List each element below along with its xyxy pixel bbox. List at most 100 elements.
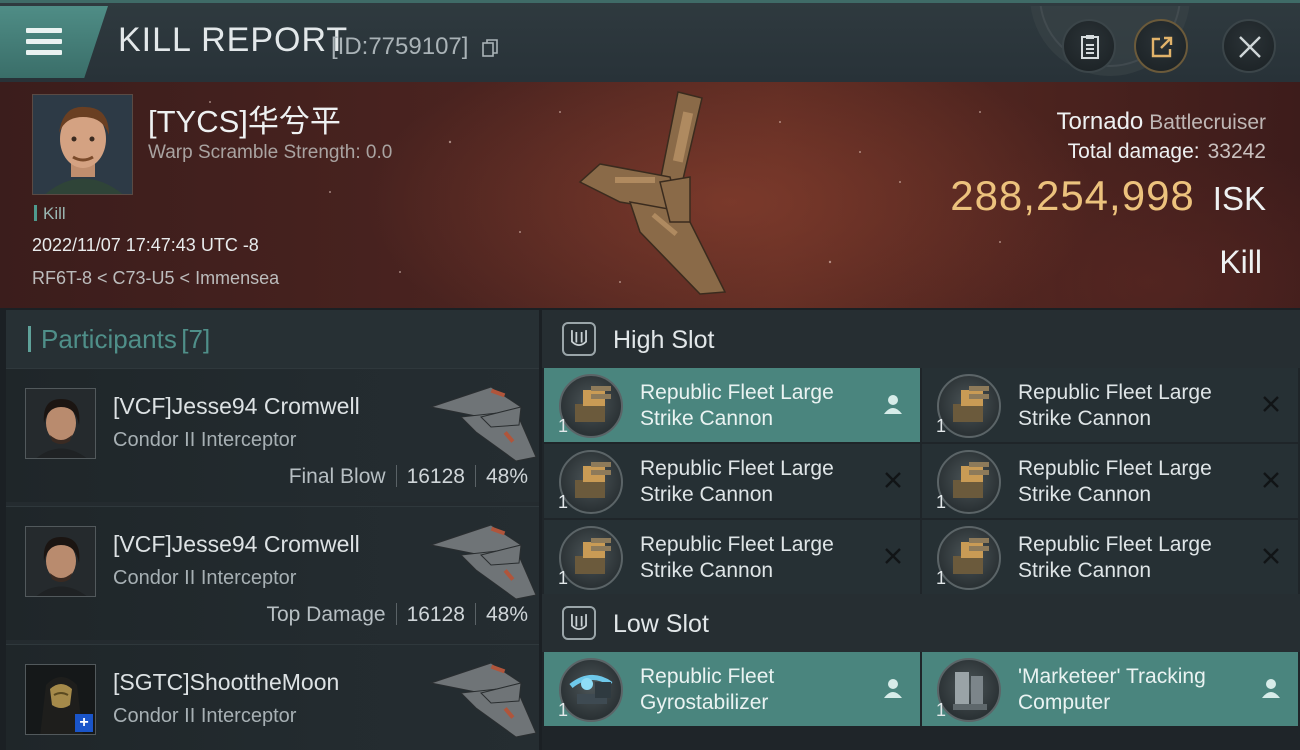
module-quantity: 1 — [558, 700, 569, 720]
module-name: Republic Fleet Gyrostabilizer — [640, 665, 775, 714]
high-slot-label: High Slot — [613, 326, 715, 354]
cannon-module-icon — [937, 526, 1001, 590]
report-id: [ID:7759107] — [331, 33, 469, 60]
victim-ship[interactable]: Tornado Battlecruiser — [1057, 108, 1266, 136]
high-slot-modules: 1 Republic Fleet Large Strike Cannon 1 Re… — [542, 368, 1300, 594]
module-slot[interactable]: 1 'Marketeer' Tracking Computer — [922, 652, 1298, 726]
high-slot-header: High Slot — [542, 310, 1300, 368]
module-slot[interactable]: 1 Republic Fleet Large Strike Cannon — [922, 444, 1298, 518]
participant-ship: Condor II Interceptor — [113, 705, 297, 727]
ship-class: Battlecruiser — [1149, 111, 1266, 134]
participant-row[interactable]: [VCF]Jesse94 Cromwell Condor II Intercep… — [6, 506, 539, 640]
participants-count: [7] — [181, 324, 211, 354]
ship-name: Tornado — [1056, 108, 1144, 135]
kill-datetime: 2022/11/07 17:47:43 UTC -8 — [32, 235, 259, 255]
participant-avatar: + — [25, 664, 96, 735]
participant-stats: Final Blow 16128 48% — [289, 465, 528, 489]
module-name: Republic Fleet Large Strike Cannon — [1018, 533, 1212, 582]
participant-row[interactable]: + [SGTC]ShoottheMoon Condor II Intercept… — [6, 644, 539, 750]
destroyed-x-icon — [885, 472, 901, 488]
participant-row[interactable]: [VCF]Jesse94 Cromwell Condor II Intercep… — [6, 368, 539, 502]
menu-button[interactable] — [0, 6, 108, 78]
high-slot-icon — [562, 322, 596, 356]
participant-name: [VCF]Jesse94 Cromwell — [113, 393, 360, 419]
hamburger-icon — [26, 28, 62, 56]
participant-avatar — [25, 526, 96, 597]
isk-unit: ISK — [1212, 180, 1266, 217]
stat-percent: 48% — [485, 603, 528, 626]
module-name: Republic Fleet Large Strike Cannon — [1018, 381, 1212, 430]
cannon-module-icon — [559, 450, 623, 514]
module-quantity: 1 — [558, 568, 569, 588]
cannon-module-icon — [559, 526, 623, 590]
destroyed-x-icon — [1263, 548, 1279, 564]
low-slot-header: Low Slot — [542, 594, 1300, 652]
participant-ship-image — [429, 662, 537, 738]
pilot-icon — [884, 395, 902, 414]
stat-percent: 48% — [485, 465, 528, 488]
participants-panel: Participants [7] [VCF]Jesse94 Cromwell C… — [6, 310, 539, 750]
gyrostabilizer-module-icon — [559, 658, 623, 722]
share-button[interactable] — [1134, 19, 1188, 73]
victim-summary: [TYCS]华兮平 Warp Scramble Strength: 0.0 Ki… — [0, 82, 1300, 308]
cannon-module-icon — [937, 374, 1001, 438]
participant-ship: Condor II Interceptor — [113, 567, 297, 589]
participant-stats: Top Damage 16128 48% — [266, 603, 528, 627]
module-slot[interactable]: 1 Republic Fleet Large Strike Cannon — [544, 368, 920, 442]
module-quantity: 1 — [936, 416, 947, 436]
share-icon — [1151, 36, 1173, 58]
module-quantity: 1 — [936, 700, 947, 720]
plus-icon: + — [75, 714, 93, 732]
top-bar: KILL REPORT [ID:7759107] — [0, 0, 1300, 82]
stat-damage: 16128 — [406, 465, 465, 488]
isk-loss: 288,254,998 ISK — [950, 172, 1266, 220]
victim-portrait[interactable] — [32, 94, 133, 195]
participant-name: [SGTC]ShoottheMoon — [113, 669, 340, 695]
cannon-module-icon — [559, 374, 623, 438]
pilot-icon — [1262, 679, 1280, 698]
module-name: Republic Fleet Large Strike Cannon — [640, 533, 834, 582]
close-button[interactable] — [1222, 19, 1276, 73]
module-quantity: 1 — [558, 492, 569, 512]
participants-header: Participants [7] — [6, 310, 539, 368]
module-slot[interactable]: 1 Republic Fleet Large Strike Cannon — [544, 520, 920, 594]
stat-label: Top Damage — [266, 603, 386, 626]
low-slot-icon — [562, 606, 596, 640]
tracking-computer-module-icon — [937, 658, 1001, 722]
kill-tag: Kill — [34, 204, 66, 224]
total-damage: Total damage: 33242 — [1068, 140, 1266, 164]
module-slot[interactable]: 1 Republic Fleet Large Strike Cannon — [544, 444, 920, 518]
clipboard-icon — [1081, 35, 1099, 59]
participant-avatar — [25, 388, 96, 459]
participant-ship-image — [429, 386, 537, 462]
module-name: 'Marketeer' Tracking Computer — [1018, 665, 1206, 714]
total-damage-value: 33242 — [1207, 140, 1266, 163]
copy-icon[interactable] — [482, 39, 498, 57]
module-quantity: 1 — [558, 416, 569, 436]
page-title: KILL REPORT — [118, 21, 349, 59]
pilot-icon — [884, 679, 902, 698]
participant-ship: Condor II Interceptor — [113, 429, 297, 451]
victim-name[interactable]: [TYCS]华兮平 — [148, 96, 341, 141]
kill-location[interactable]: RF6T-8 < C73-U5 < Immensea — [32, 268, 279, 289]
module-name: Republic Fleet Large Strike Cannon — [640, 381, 834, 430]
stat-damage: 16128 — [406, 603, 465, 626]
pilot-portrait-image — [33, 95, 132, 194]
total-damage-label: Total damage: — [1067, 140, 1200, 163]
module-slot[interactable]: 1 Republic Fleet Gyrostabilizer — [544, 652, 920, 726]
module-name: Republic Fleet Large Strike Cannon — [1018, 457, 1212, 506]
low-slot-modules: 1 Republic Fleet Gyrostabilizer 1 'Market… — [542, 652, 1300, 750]
report-result: Kill — [1219, 244, 1262, 280]
stat-label: Final Blow — [288, 465, 386, 488]
isk-value: 288,254,998 — [950, 172, 1195, 219]
clipboard-button[interactable] — [1062, 19, 1116, 73]
low-slot-label: Low Slot — [613, 610, 709, 638]
close-icon — [1239, 36, 1261, 58]
cannon-module-icon — [937, 450, 1001, 514]
module-quantity: 1 — [936, 568, 947, 588]
victim-ship-image — [578, 91, 727, 295]
module-slot[interactable]: 1 Republic Fleet Large Strike Cannon — [922, 368, 1298, 442]
module-slot[interactable]: 1 Republic Fleet Large Strike Cannon — [922, 520, 1298, 594]
participant-ship-image — [429, 524, 537, 600]
destroyed-x-icon — [1263, 396, 1279, 412]
